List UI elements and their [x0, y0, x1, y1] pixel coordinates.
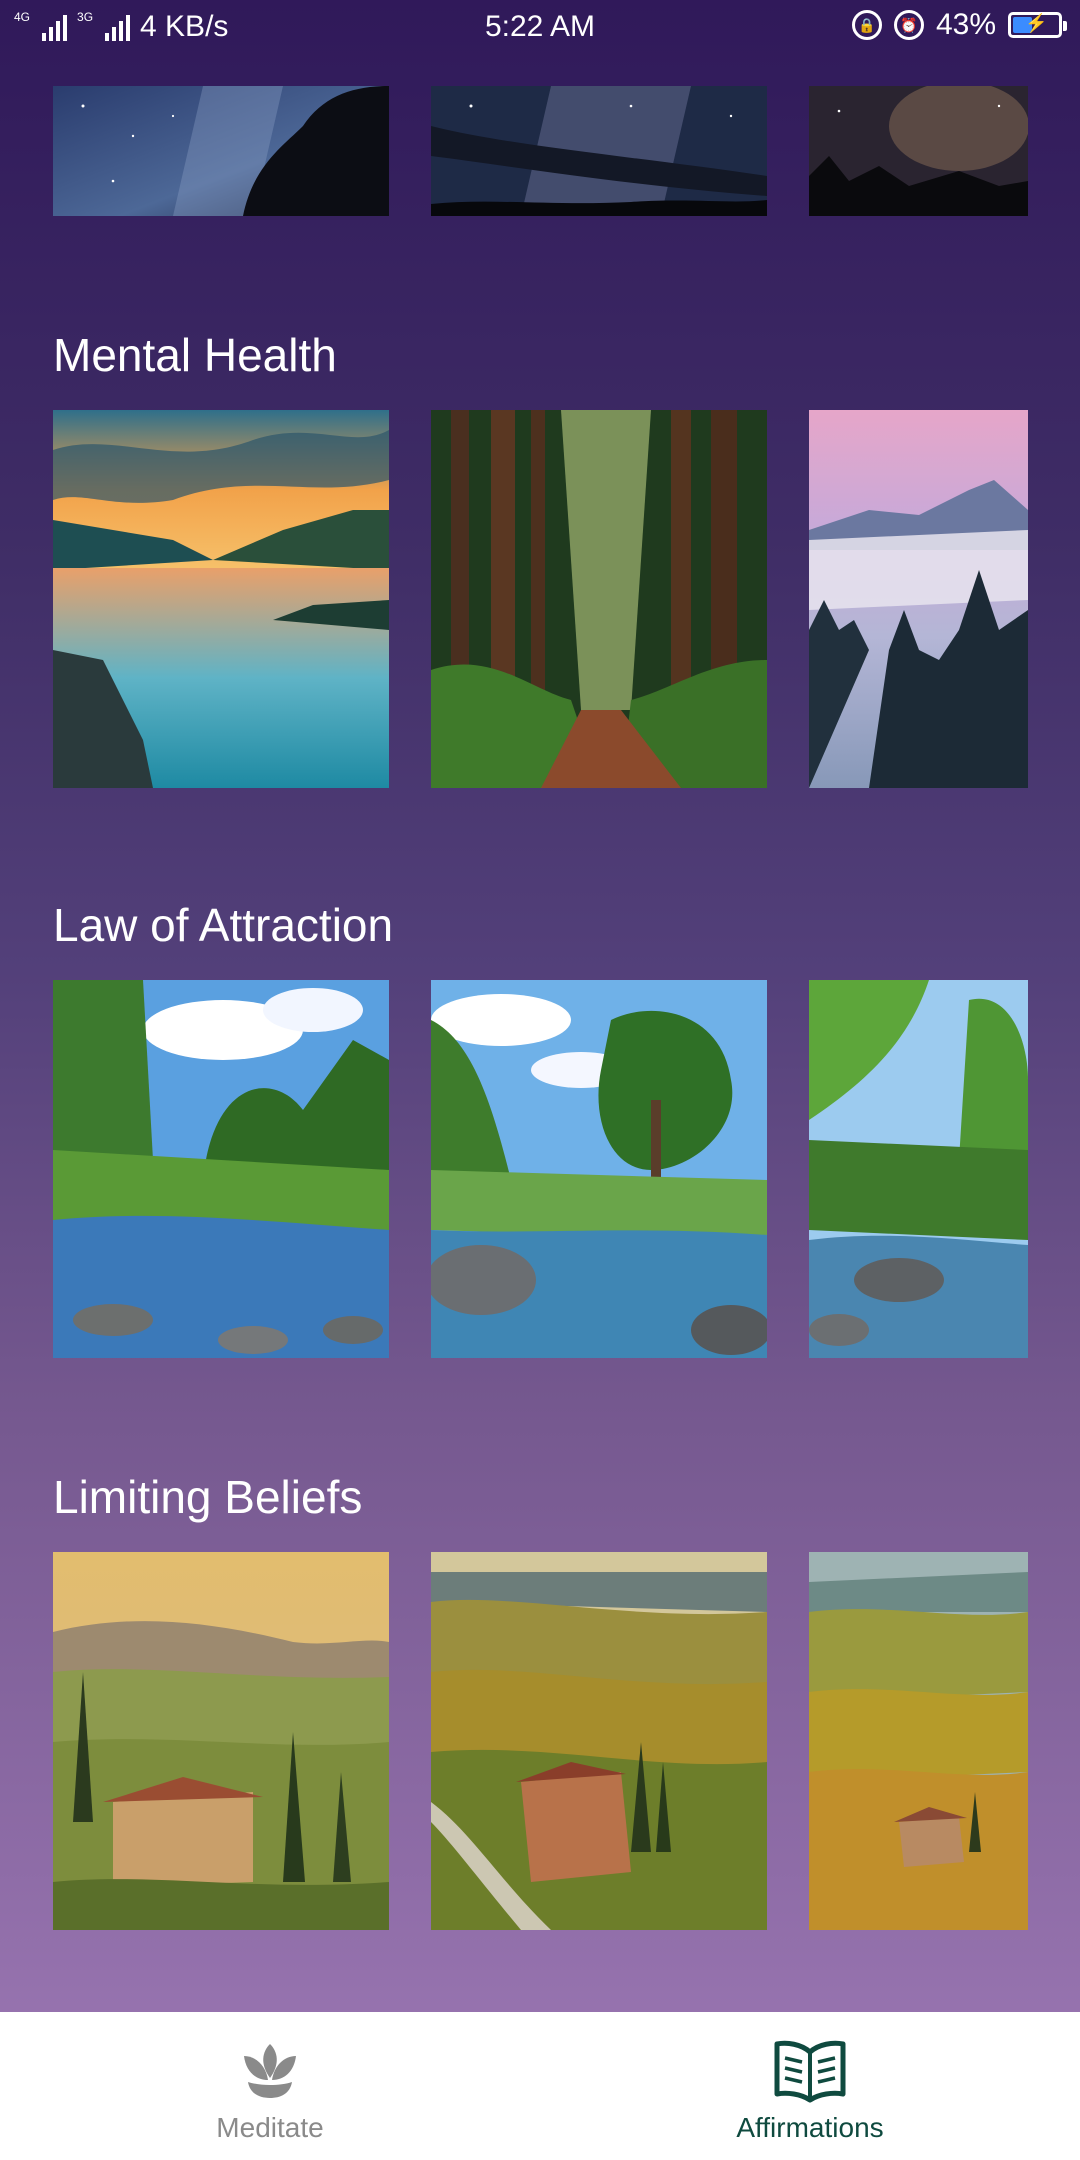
limiting-beliefs-card-hills-estate[interactable]	[431, 1552, 767, 1930]
law-of-attraction-card-stream-2[interactable]	[431, 980, 767, 1358]
open-book-icon	[540, 2038, 1080, 2108]
bottom-navigation: Meditate Affirmations	[0, 2012, 1080, 2160]
section-title-law-of-attraction: Law of Attraction	[53, 899, 394, 951]
nav-tab-affirmations[interactable]: Affirmations	[540, 2012, 1080, 2160]
mental-health-card-misty-mountains[interactable]	[809, 410, 1028, 788]
night-sky-card-1[interactable]	[53, 86, 389, 216]
app-screen: 4G 3G 4 KB/s 5:22 AM 🔒 ⏰ 43% ⚡ Mental He…	[0, 0, 1080, 2160]
law-of-attraction-card-stream-1[interactable]	[53, 980, 389, 1358]
battery-icon: ⚡	[1008, 12, 1067, 38]
mental-health-card-lake-sunset[interactable]	[53, 410, 389, 788]
row-law-of-attraction	[53, 980, 1028, 1358]
row-mental-health	[53, 410, 1028, 788]
limiting-beliefs-card-tuscan-villa[interactable]	[53, 1552, 389, 1930]
section-title-limiting-beliefs: Limiting Beliefs	[53, 1471, 363, 1523]
mental-health-card-forest-path[interactable]	[431, 410, 767, 788]
nav-label-meditate: Meditate	[216, 2112, 324, 2143]
battery-percent: 43%	[935, 8, 996, 41]
limiting-beliefs-card-golden-valley[interactable]	[809, 1552, 1028, 1930]
status-right: 🔒 ⏰ 43% ⚡	[851, 8, 1067, 42]
rotation-lock-icon: 🔒	[851, 10, 882, 40]
law-of-attraction-card-stream-3[interactable]	[809, 980, 1028, 1358]
alarm-icon: ⏰	[893, 10, 924, 40]
nav-tab-meditate[interactable]: Meditate	[0, 2012, 540, 2160]
row-night-sky	[53, 86, 1028, 216]
section-title-mental-health: Mental Health	[53, 329, 337, 381]
row-limiting-beliefs	[53, 1552, 1028, 1930]
night-sky-card-2[interactable]	[431, 86, 767, 216]
lotus-icon	[0, 2038, 540, 2108]
status-bar: 4G 3G 4 KB/s 5:22 AM 🔒 ⏰ 43% ⚡	[0, 0, 1080, 56]
nav-label-affirmations: Affirmations	[736, 2112, 884, 2143]
night-sky-card-3[interactable]	[809, 86, 1028, 216]
